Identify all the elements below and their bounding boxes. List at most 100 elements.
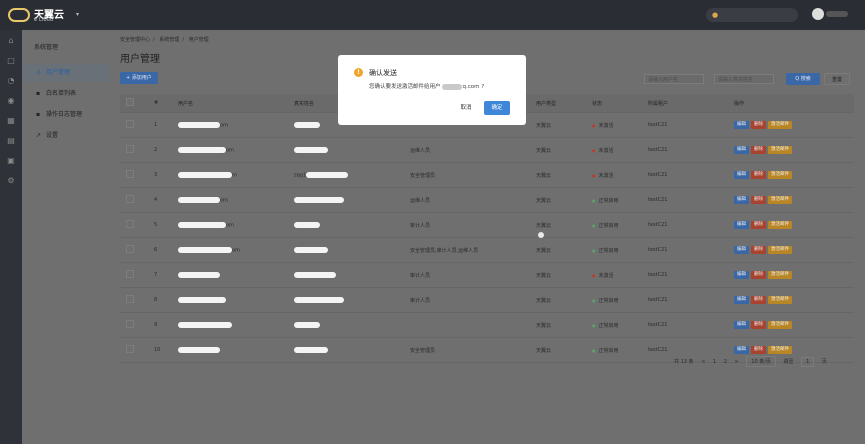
- delete-button[interactable]: 删除: [751, 321, 766, 329]
- delete-button[interactable]: 删除: [751, 246, 766, 254]
- row-status: 正常启用: [586, 212, 642, 238]
- box-icon[interactable]: □: [6, 56, 16, 66]
- global-search[interactable]: ●: [706, 8, 798, 22]
- next-page-button[interactable]: >: [735, 359, 739, 365]
- redacted-realname: [294, 246, 328, 253]
- row-tenant: testC21: [642, 212, 728, 238]
- delete-button[interactable]: 删除: [751, 171, 766, 179]
- edit-button[interactable]: 编辑: [734, 146, 749, 154]
- sidebar-item-users[interactable]: ♙ 用户管理: [22, 64, 110, 82]
- page-1-button[interactable]: 1: [713, 359, 716, 365]
- shield-icon[interactable]: ◉: [6, 96, 16, 106]
- breadcrumb-item[interactable]: 安全管理中心: [120, 37, 150, 43]
- table-row: 6om安全管理员,审计人员,运维人员天翼云正常启用testC21编辑删除激活邮件: [120, 237, 854, 263]
- send-activation-button[interactable]: 激活邮件: [768, 296, 792, 304]
- doc-icon[interactable]: ▤: [6, 136, 16, 146]
- gear-icon[interactable]: ⚙: [6, 176, 16, 186]
- delete-button[interactable]: 删除: [751, 346, 766, 354]
- row-actions: 编辑 删除 激活邮件: [728, 212, 854, 238]
- redacted-username: [178, 246, 232, 253]
- row-checkbox[interactable]: [120, 262, 148, 288]
- send-activation-button[interactable]: 激活邮件: [768, 171, 792, 179]
- delete-button[interactable]: 删除: [751, 271, 766, 279]
- row-realname: [288, 312, 404, 338]
- edit-button[interactable]: 编辑: [734, 321, 749, 329]
- sidebar: 系统管理 ♙ 用户管理 ▪ 白名单列表 ▪ 操作日志管理 ↗ 设置: [22, 30, 111, 444]
- send-activation-button[interactable]: 激活邮件: [768, 146, 792, 154]
- row-checkbox[interactable]: [120, 237, 148, 263]
- logo[interactable]: 天翼云 e Cloud ▾: [4, 6, 94, 26]
- edit-button[interactable]: 编辑: [734, 221, 749, 229]
- edit-button[interactable]: 编辑: [734, 246, 749, 254]
- edit-button[interactable]: 编辑: [734, 296, 749, 304]
- delete-button[interactable]: 删除: [751, 196, 766, 204]
- col-username[interactable]: 用户名: [172, 94, 288, 113]
- page-size-select[interactable]: 10 条/页: [746, 356, 776, 367]
- table-row: 5om审计人员天翼云正常启用testC21编辑删除激活邮件: [120, 212, 854, 238]
- row-username: om: [172, 112, 288, 138]
- user-icon: ♙: [36, 69, 42, 76]
- row-tenant: testC21: [642, 262, 728, 288]
- confirm-button[interactable]: 确定: [484, 101, 510, 115]
- send-activation-button[interactable]: 激活邮件: [768, 121, 792, 129]
- edit-button[interactable]: 编辑: [734, 171, 749, 179]
- row-checkbox[interactable]: [120, 137, 148, 163]
- table-row: 9天翼云正常启用testC21编辑删除激活邮件: [120, 312, 854, 338]
- delete-button[interactable]: 删除: [751, 146, 766, 154]
- row-checkbox[interactable]: [120, 162, 148, 188]
- send-activation-button[interactable]: 激活邮件: [768, 221, 792, 229]
- send-activation-button[interactable]: 激活邮件: [768, 321, 792, 329]
- chevron-down-icon[interactable]: ▾: [76, 11, 79, 18]
- lock-icon[interactable]: ◔: [6, 76, 16, 86]
- delete-button[interactable]: 删除: [751, 296, 766, 304]
- table-row: 8审计人员天翼云正常启用testC21编辑删除激活邮件: [120, 287, 854, 313]
- avatar[interactable]: [812, 8, 824, 20]
- delete-button[interactable]: 删除: [751, 221, 766, 229]
- send-activation-button[interactable]: 激活邮件: [768, 246, 792, 254]
- home-icon[interactable]: ⌂: [6, 36, 16, 46]
- sidebar-item-settings[interactable]: ↗ 设置: [22, 127, 110, 145]
- send-activation-button[interactable]: 激活邮件: [768, 196, 792, 204]
- delete-button[interactable]: 删除: [751, 121, 766, 129]
- edit-button[interactable]: 编辑: [734, 271, 749, 279]
- select-all-checkbox[interactable]: [120, 94, 148, 113]
- realname-filter-input[interactable]: 请输入真实姓名: [714, 74, 774, 84]
- edit-button[interactable]: 编辑: [734, 196, 749, 204]
- sidebar-item-whitelist[interactable]: ▪ 白名单列表: [22, 85, 110, 103]
- sidebar-item-label: 用户管理: [46, 69, 71, 76]
- breadcrumb-item: 用户管理: [188, 37, 209, 43]
- prev-page-button[interactable]: <: [701, 359, 705, 365]
- user-name-redacted[interactable]: [826, 11, 848, 17]
- row-checkbox[interactable]: [120, 212, 148, 238]
- row-checkbox[interactable]: [120, 187, 148, 213]
- row-username: om: [172, 237, 288, 263]
- server-icon[interactable]: ▣: [6, 156, 16, 166]
- breadcrumb-item[interactable]: 系统管理: [159, 37, 179, 43]
- table-row: 2om运维人员天翼云未激活testC21编辑删除激活邮件: [120, 137, 854, 163]
- row-username: [172, 337, 288, 363]
- add-user-button[interactable]: + 添加用户: [120, 72, 158, 84]
- send-activation-button[interactable]: 激活邮件: [768, 346, 792, 354]
- username-filter-input[interactable]: 请输入用户名: [644, 74, 704, 84]
- row-role: 安全管理员: [404, 337, 530, 363]
- row-checkbox[interactable]: [120, 312, 148, 338]
- row-status: 正常启用: [586, 337, 642, 363]
- redacted-username: [178, 196, 220, 203]
- edit-button[interactable]: 编辑: [734, 121, 749, 129]
- row-checkbox[interactable]: [120, 112, 148, 138]
- edit-button[interactable]: 编辑: [734, 346, 749, 354]
- row-index: 10: [148, 337, 172, 363]
- row-checkbox[interactable]: [120, 337, 148, 363]
- grid-icon[interactable]: ▦: [6, 116, 16, 126]
- reset-button[interactable]: 重置: [824, 73, 850, 85]
- row-checkbox[interactable]: [120, 287, 148, 313]
- page-2-button[interactable]: 2: [724, 359, 727, 365]
- col-status[interactable]: 状态: [586, 94, 642, 113]
- search-button[interactable]: Q 搜索: [786, 73, 820, 85]
- send-activation-button[interactable]: 激活邮件: [768, 271, 792, 279]
- row-tenant: testC21: [642, 112, 728, 138]
- sidebar-item-logs[interactable]: ▪ 操作日志管理: [22, 106, 110, 124]
- goto-page-input[interactable]: 1: [801, 357, 815, 367]
- row-usertype: 天翼云: [530, 337, 586, 363]
- cancel-button[interactable]: 取消: [454, 102, 478, 114]
